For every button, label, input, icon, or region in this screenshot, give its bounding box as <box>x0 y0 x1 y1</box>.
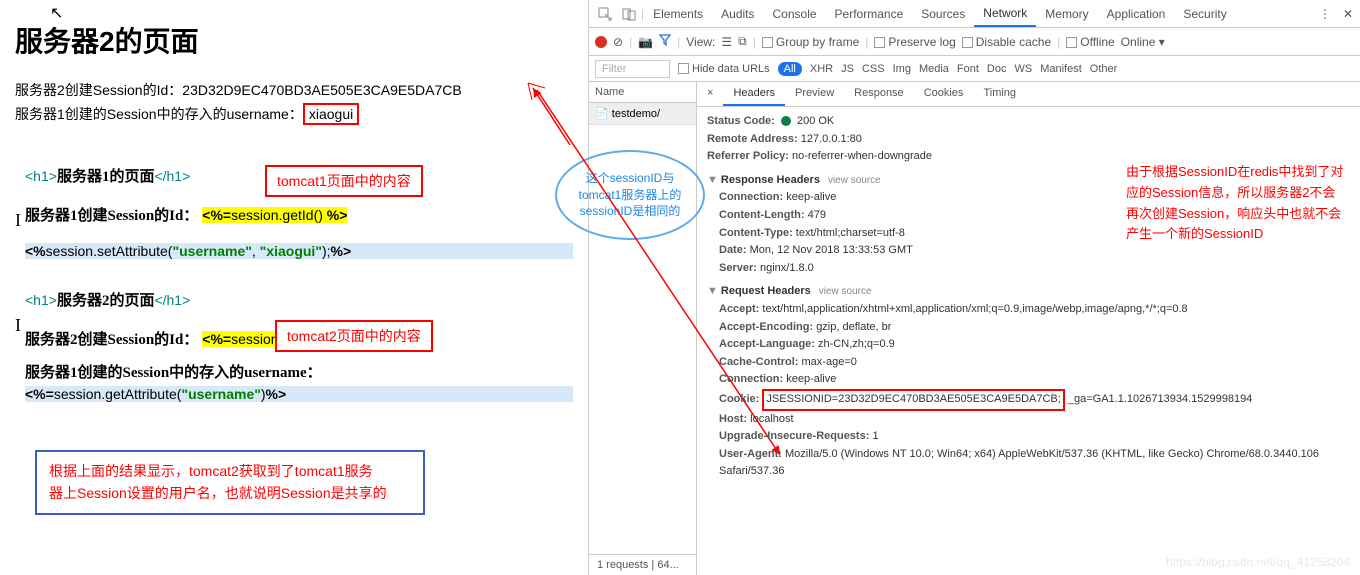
filter-row: Filter Hide data URLs All XHR JS CSS Img… <box>589 56 1360 82</box>
tab-sources[interactable]: Sources <box>912 2 974 26</box>
tab-console[interactable]: Console <box>764 2 826 26</box>
tab-memory[interactable]: Memory <box>1036 2 1097 26</box>
clear-icon[interactable]: ⊘ <box>613 35 623 49</box>
view-label: View: <box>686 35 715 49</box>
username-line: 服务器1创建的Session中的存入的username：xiaogui <box>15 103 573 125</box>
inspect-icon[interactable] <box>597 6 613 22</box>
code-line: <h1>服务器2的页面</h1> <box>25 289 573 310</box>
tab-network[interactable]: Network <box>974 1 1036 27</box>
status-dot-icon <box>781 116 791 126</box>
filter-doc[interactable]: Doc <box>987 63 1007 75</box>
subtab-preview[interactable]: Preview <box>785 82 844 106</box>
devtools-panel: | Elements Audits Console Performance So… <box>588 0 1360 575</box>
tomcat2-label: tomcat2页面中的内容 <box>275 320 433 352</box>
caret-icon: I <box>15 210 21 231</box>
preserve-checkbox[interactable]: Preserve log <box>874 35 955 49</box>
text: 这个sessionID与 <box>579 170 682 187</box>
text: 根据上面的结果显示，tomcat2获取到了tomcat1服务 <box>49 460 411 482</box>
subtab-cookies[interactable]: Cookies <box>914 82 974 106</box>
code-line: 服务器1创建的Session中的存入的username： <box>25 361 573 382</box>
tab-security[interactable]: Security <box>1174 2 1235 26</box>
caret-icon: I <box>15 315 21 336</box>
text: sessionID是相同的 <box>579 203 682 220</box>
subtab-response[interactable]: Response <box>844 82 914 106</box>
red-explanation: 由于根据SessionID在redis中找到了对 应的Session信息，所以服… <box>1126 162 1356 245</box>
header-row: User-Agent: Mozilla/5.0 (Windows NT 10.0… <box>719 446 1350 481</box>
headers-content: 由于根据SessionID在redis中找到了对 应的Session信息，所以服… <box>697 107 1360 575</box>
close-icon[interactable]: ✕ <box>1340 6 1356 22</box>
record-icon[interactable] <box>595 36 607 48</box>
disable-cache-checkbox[interactable]: Disable cache <box>962 35 1051 49</box>
code-line: <%=session.getAttribute("username")%> <box>25 386 573 402</box>
text: 服务器1创建的Session中的存入的username： <box>15 106 303 122</box>
blue-explanation-box: 根据上面的结果显示，tomcat2获取到了tomcat1服务 器上Session… <box>35 450 425 515</box>
username-value: xiaogui <box>303 103 359 125</box>
filter-other[interactable]: Other <box>1090 63 1118 75</box>
header-row: Accept: text/html,application/xhtml+xml,… <box>719 301 1350 319</box>
header-row: Accept-Encoding: gzip, deflate, br <box>719 319 1350 337</box>
network-toolbar: ⊘ | 📷 | View: ☰ ⧉ | Group by frame | Pre… <box>589 28 1360 56</box>
filter-media[interactable]: Media <box>919 63 949 75</box>
session-id-line: 服务器2创建Session的Id：23D32D9EC470BD3AE505E3C… <box>15 80 573 100</box>
header-row: Cookie: JSESSIONID=23D32D9EC470BD3AE505E… <box>719 389 1350 411</box>
devtools-tabs: | Elements Audits Console Performance So… <box>589 0 1360 28</box>
text: 器上Session设置的用户名，也就说明Session是共享的 <box>49 482 411 504</box>
tab-elements[interactable]: Elements <box>644 2 712 26</box>
header-row: Host: localhost <box>719 411 1350 429</box>
text: tomcat1服务器上的 <box>579 187 682 204</box>
subtab-timing[interactable]: Timing <box>973 82 1026 106</box>
filter-icon[interactable] <box>659 34 671 49</box>
filter-all[interactable]: All <box>778 62 802 76</box>
filter-img[interactable]: Img <box>893 63 911 75</box>
header-row: Server: nginx/1.8.0 <box>719 260 1350 278</box>
view-large-icon[interactable]: ⧉ <box>738 34 747 49</box>
online-select[interactable]: Online ▾ <box>1121 35 1165 49</box>
ellipse-annotation: 这个sessionID与 tomcat1服务器上的 sessionID是相同的 <box>555 150 705 240</box>
view-list-icon[interactable]: ☰ <box>721 35 732 49</box>
header-row: Accept-Language: zh-CN,zh;q=0.9 <box>719 336 1350 354</box>
filter-font[interactable]: Font <box>957 63 979 75</box>
request-headers-section[interactable]: ▼Request Headersview source <box>707 283 1350 301</box>
tomcat1-label: tomcat1页面中的内容 <box>265 165 423 197</box>
header-row: Cache-Control: max-age=0 <box>719 354 1350 372</box>
detail-tabs: × Headers Preview Response Cookies Timin… <box>697 82 1360 107</box>
header-row: Remote Address: 127.0.0.1:80 <box>707 131 1350 149</box>
code-line: 服务器1创建Session的Id： <%=session.getId() %> <box>25 204 573 225</box>
group-checkbox[interactable]: Group by frame <box>762 35 859 49</box>
close-detail[interactable]: × <box>697 82 723 106</box>
source-code-area: I <h1>服务器1的页面</h1> 服务器1创建Session的Id： <%=… <box>25 165 573 402</box>
devtools-body: Name 📄 testdemo/ 1 requests | 64... × He… <box>589 82 1360 575</box>
page-title: 服务器2的页面 <box>15 20 578 60</box>
filter-css[interactable]: CSS <box>862 63 885 75</box>
device-icon[interactable] <box>621 6 637 22</box>
tab-performance[interactable]: Performance <box>826 2 913 26</box>
code-line: <%session.setAttribute("username", "xiao… <box>25 243 573 259</box>
filter-xhr[interactable]: XHR <box>810 63 833 75</box>
offline-checkbox[interactable]: Offline <box>1066 35 1114 49</box>
header-row: Connection: keep-alive <box>719 371 1350 389</box>
cursor-icon: ↖ <box>50 3 63 23</box>
cookie-highlight: JSESSIONID=23D32D9EC470BD3AE505E3CA9E5DA… <box>762 389 1064 411</box>
camera-icon[interactable]: 📷 <box>638 35 653 49</box>
page-content-panel: ↖ 服务器2的页面 服务器2创建Session的Id：23D32D9EC470B… <box>0 0 588 575</box>
watermark: https://blog.csdn.net/qq_41258204 <box>1166 555 1350 569</box>
header-row: Upgrade-Insecure-Requests: 1 <box>719 428 1350 446</box>
requests-summary: 1 requests | 64... <box>589 554 696 575</box>
name-column-header[interactable]: Name <box>589 82 696 103</box>
filter-js[interactable]: JS <box>841 63 854 75</box>
request-item[interactable]: 📄 testdemo/ <box>589 103 696 125</box>
header-row: Status Code: 200 OK <box>707 113 1350 131</box>
tab-application[interactable]: Application <box>1098 2 1175 26</box>
more-icon[interactable]: ⋮ <box>1316 6 1332 22</box>
hide-urls-checkbox[interactable]: Hide data URLs <box>678 63 770 75</box>
tab-audits[interactable]: Audits <box>712 2 763 26</box>
session-id-value: 23D32D9EC470BD3AE505E3CA9E5DA7CB <box>182 82 461 98</box>
filter-ws[interactable]: WS <box>1014 63 1032 75</box>
text: 服务器2创建Session的Id： <box>15 82 182 98</box>
headers-column: × Headers Preview Response Cookies Timin… <box>697 82 1360 575</box>
filter-manifest[interactable]: Manifest <box>1040 63 1082 75</box>
filter-input[interactable]: Filter <box>595 60 670 78</box>
subtab-headers[interactable]: Headers <box>723 82 785 106</box>
